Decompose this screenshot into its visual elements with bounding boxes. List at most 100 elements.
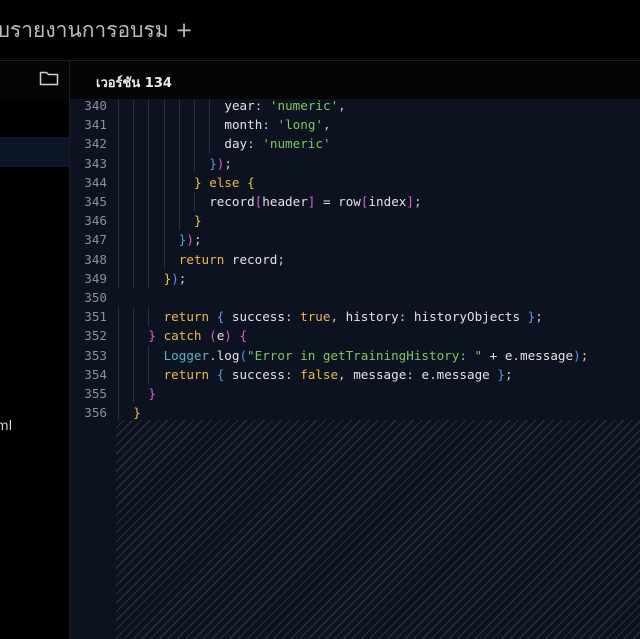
indent-guide xyxy=(118,249,119,269)
indent-guide xyxy=(133,345,135,365)
code-line[interactable]: 352 } catch (e) { xyxy=(70,326,640,346)
indent-guide xyxy=(133,192,135,212)
code-bracket: ( xyxy=(239,347,248,363)
code-line[interactable]: 341 month: 'long', xyxy=(70,115,640,135)
code-content: day: 'numeric' xyxy=(224,134,330,153)
indent-guide xyxy=(118,307,119,327)
code-text: + e xyxy=(482,347,513,363)
code-string: 'numeric' xyxy=(262,136,331,152)
code-line[interactable]: 347}); xyxy=(70,230,640,250)
app-title[interactable]: ะบบรายงานการอบรม + xyxy=(0,14,193,47)
folder-button[interactable] xyxy=(36,69,62,91)
indent-guide xyxy=(148,345,150,365)
code-keyword: true xyxy=(300,309,331,325)
code-punctuation: : xyxy=(254,99,270,113)
code-bracket: } xyxy=(194,174,202,190)
code-punctuation: , xyxy=(338,366,346,382)
code-line[interactable]: 351 return { success: true, history: hist… xyxy=(70,307,640,327)
indent-guide xyxy=(148,230,150,250)
code-content: } catch (e) { xyxy=(148,326,247,345)
code-punctuation: , xyxy=(338,99,346,113)
code-editor[interactable]: 340 year: 'numeric', 341 month: 'long', 342 d… xyxy=(70,99,640,639)
code-line[interactable]: 354 return { success: false, message: e.m… xyxy=(70,364,640,384)
code-text: success xyxy=(224,366,285,382)
indent-guide xyxy=(118,192,119,212)
code-bracket: ( xyxy=(209,328,217,344)
line-number: 347 xyxy=(84,232,107,248)
code-text: e xyxy=(421,366,430,382)
code-line[interactable]: 340 year: 'numeric', xyxy=(70,99,640,116)
indent-guide xyxy=(148,134,150,154)
code-identifier: Logger xyxy=(163,347,210,363)
indent-guide xyxy=(148,211,150,231)
code-line[interactable]: 342 day: 'numeric' xyxy=(70,134,640,154)
indent-guide xyxy=(163,172,165,192)
code-bracket: } xyxy=(209,155,217,171)
line-number: 343 xyxy=(84,155,107,171)
code-line[interactable]: 349}); xyxy=(70,268,640,288)
line-number: 341 xyxy=(84,117,107,133)
code-content: Logger.log("Error in getTrainingHistory:… xyxy=(164,346,589,365)
code-text: historyObjects xyxy=(413,309,528,325)
code-content: month: 'long', xyxy=(224,115,330,134)
sidebar-selected-item[interactable] xyxy=(0,137,69,167)
sidebar-file-item[interactable]: ml xyxy=(0,419,12,434)
code-text: record xyxy=(209,194,255,209)
indent-guide xyxy=(133,307,135,327)
code-punctuation: : xyxy=(284,309,301,325)
code-line[interactable]: 353 Logger.log("Error in getTrainingHisto… xyxy=(70,345,640,365)
indent-guide xyxy=(163,153,165,173)
code-text: message xyxy=(436,366,498,382)
line-number: 351 xyxy=(84,309,107,325)
code-string: "Error in getTrainingHistory: " xyxy=(247,347,483,363)
code-text: success xyxy=(224,309,285,325)
app-header: ะบบรายงานการอบรม + xyxy=(0,0,640,60)
code-keyword: return xyxy=(178,251,225,267)
code-punctuation: ; xyxy=(535,309,543,325)
code-line[interactable]: 348 return record; xyxy=(70,249,640,269)
code-line[interactable]: 355} xyxy=(70,384,640,404)
code-punctuation: ; xyxy=(224,155,232,171)
line-number: 353 xyxy=(84,347,107,363)
indent-guide xyxy=(133,364,135,384)
code-punctuation: ; xyxy=(413,194,422,209)
indent-guide xyxy=(133,211,135,231)
code-bracket: ) xyxy=(573,347,581,363)
code-string: 'long' xyxy=(277,117,323,133)
code-bracket: ) xyxy=(171,270,179,286)
indent-guide xyxy=(194,134,195,154)
code-punctuation: ; xyxy=(504,366,513,382)
code-line[interactable]: 346} xyxy=(70,211,640,231)
indent-guide xyxy=(194,153,195,173)
version-tab[interactable]: เวอร์ชัน 134 xyxy=(96,72,172,93)
code-content: return { success: true, history: history… xyxy=(164,307,543,326)
code-bracket: } xyxy=(194,213,202,229)
indent-guide xyxy=(209,115,211,135)
code-text: year xyxy=(224,99,255,113)
code-bracket: { xyxy=(239,328,248,344)
line-number: 352 xyxy=(84,328,107,344)
line-number: 349 xyxy=(84,270,107,286)
indent-guide xyxy=(178,192,180,212)
line-number: 355 xyxy=(84,386,107,401)
indent-guide xyxy=(163,115,165,135)
indent-guide xyxy=(118,345,119,365)
indent-guide xyxy=(178,172,180,192)
indent-guide xyxy=(209,134,211,154)
code-text: day xyxy=(224,136,248,152)
file-sidebar: ml xyxy=(0,99,69,639)
code-line[interactable]: 343}); xyxy=(70,153,640,173)
code-punctuation: . xyxy=(512,347,521,363)
code-line[interactable]: 344} else { xyxy=(70,172,640,192)
line-number: 344 xyxy=(84,174,107,190)
code-punctuation: : xyxy=(262,117,278,133)
indent-guide xyxy=(118,115,119,135)
code-content: }); xyxy=(164,269,187,288)
code-line[interactable]: 345 record[header] = row[index]; xyxy=(70,192,640,212)
code-text: message xyxy=(345,366,407,382)
indent-guide xyxy=(118,364,119,384)
folder-icon xyxy=(39,70,59,90)
code-line[interactable]: 350 xyxy=(70,288,640,307)
code-keyword: false xyxy=(300,366,339,382)
